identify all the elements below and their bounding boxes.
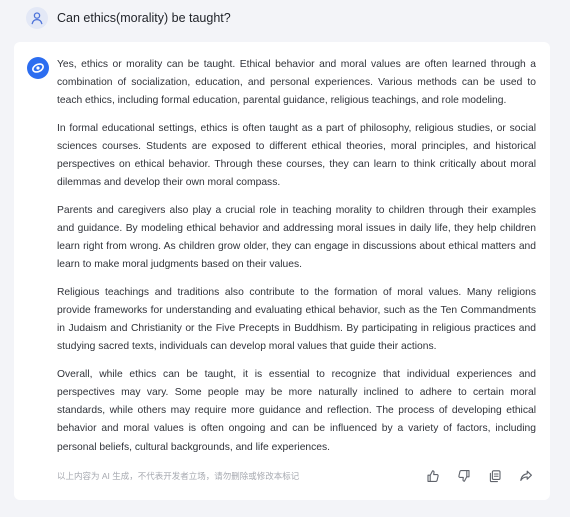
answer-text: Yes, ethics or morality can be taught. E…: [57, 56, 536, 466]
like-button[interactable]: [425, 468, 441, 484]
answer-paragraph: Overall, while ethics can be taught, it …: [57, 368, 536, 453]
user-question-text: Can ethics(morality) be taught?: [57, 11, 231, 25]
answer-paragraph: Parents and caregivers also play a cruci…: [57, 204, 536, 271]
answer-card: Yes, ethics or morality can be taught. E…: [14, 42, 550, 500]
share-button[interactable]: [518, 468, 534, 484]
ai-disclaimer: 以上内容为 AI 生成，不代表开发者立场，请勿删除或修改本标记: [57, 471, 300, 481]
answer-paragraph: Yes, ethics or morality can be taught. E…: [57, 59, 536, 107]
copy-button[interactable]: [487, 468, 503, 484]
answer-footer: 以上内容为 AI 生成，不代表开发者立场，请勿删除或修改本标记: [57, 467, 536, 485]
answer-paragraph: In formal educational settings, ethics i…: [57, 122, 536, 189]
thumbs-up-icon: [427, 470, 439, 482]
bot-logo-icon: [27, 57, 49, 79]
user-message: Can ethics(morality) be taught?: [26, 7, 556, 29]
copy-icon: [489, 470, 501, 483]
user-icon: [26, 7, 48, 29]
answer-paragraph: Religious teachings and traditions also …: [57, 286, 536, 353]
dislike-button[interactable]: [456, 468, 472, 484]
share-icon: [520, 470, 532, 481]
answer-actions: [425, 468, 534, 484]
thumbs-down-icon: [458, 470, 470, 482]
